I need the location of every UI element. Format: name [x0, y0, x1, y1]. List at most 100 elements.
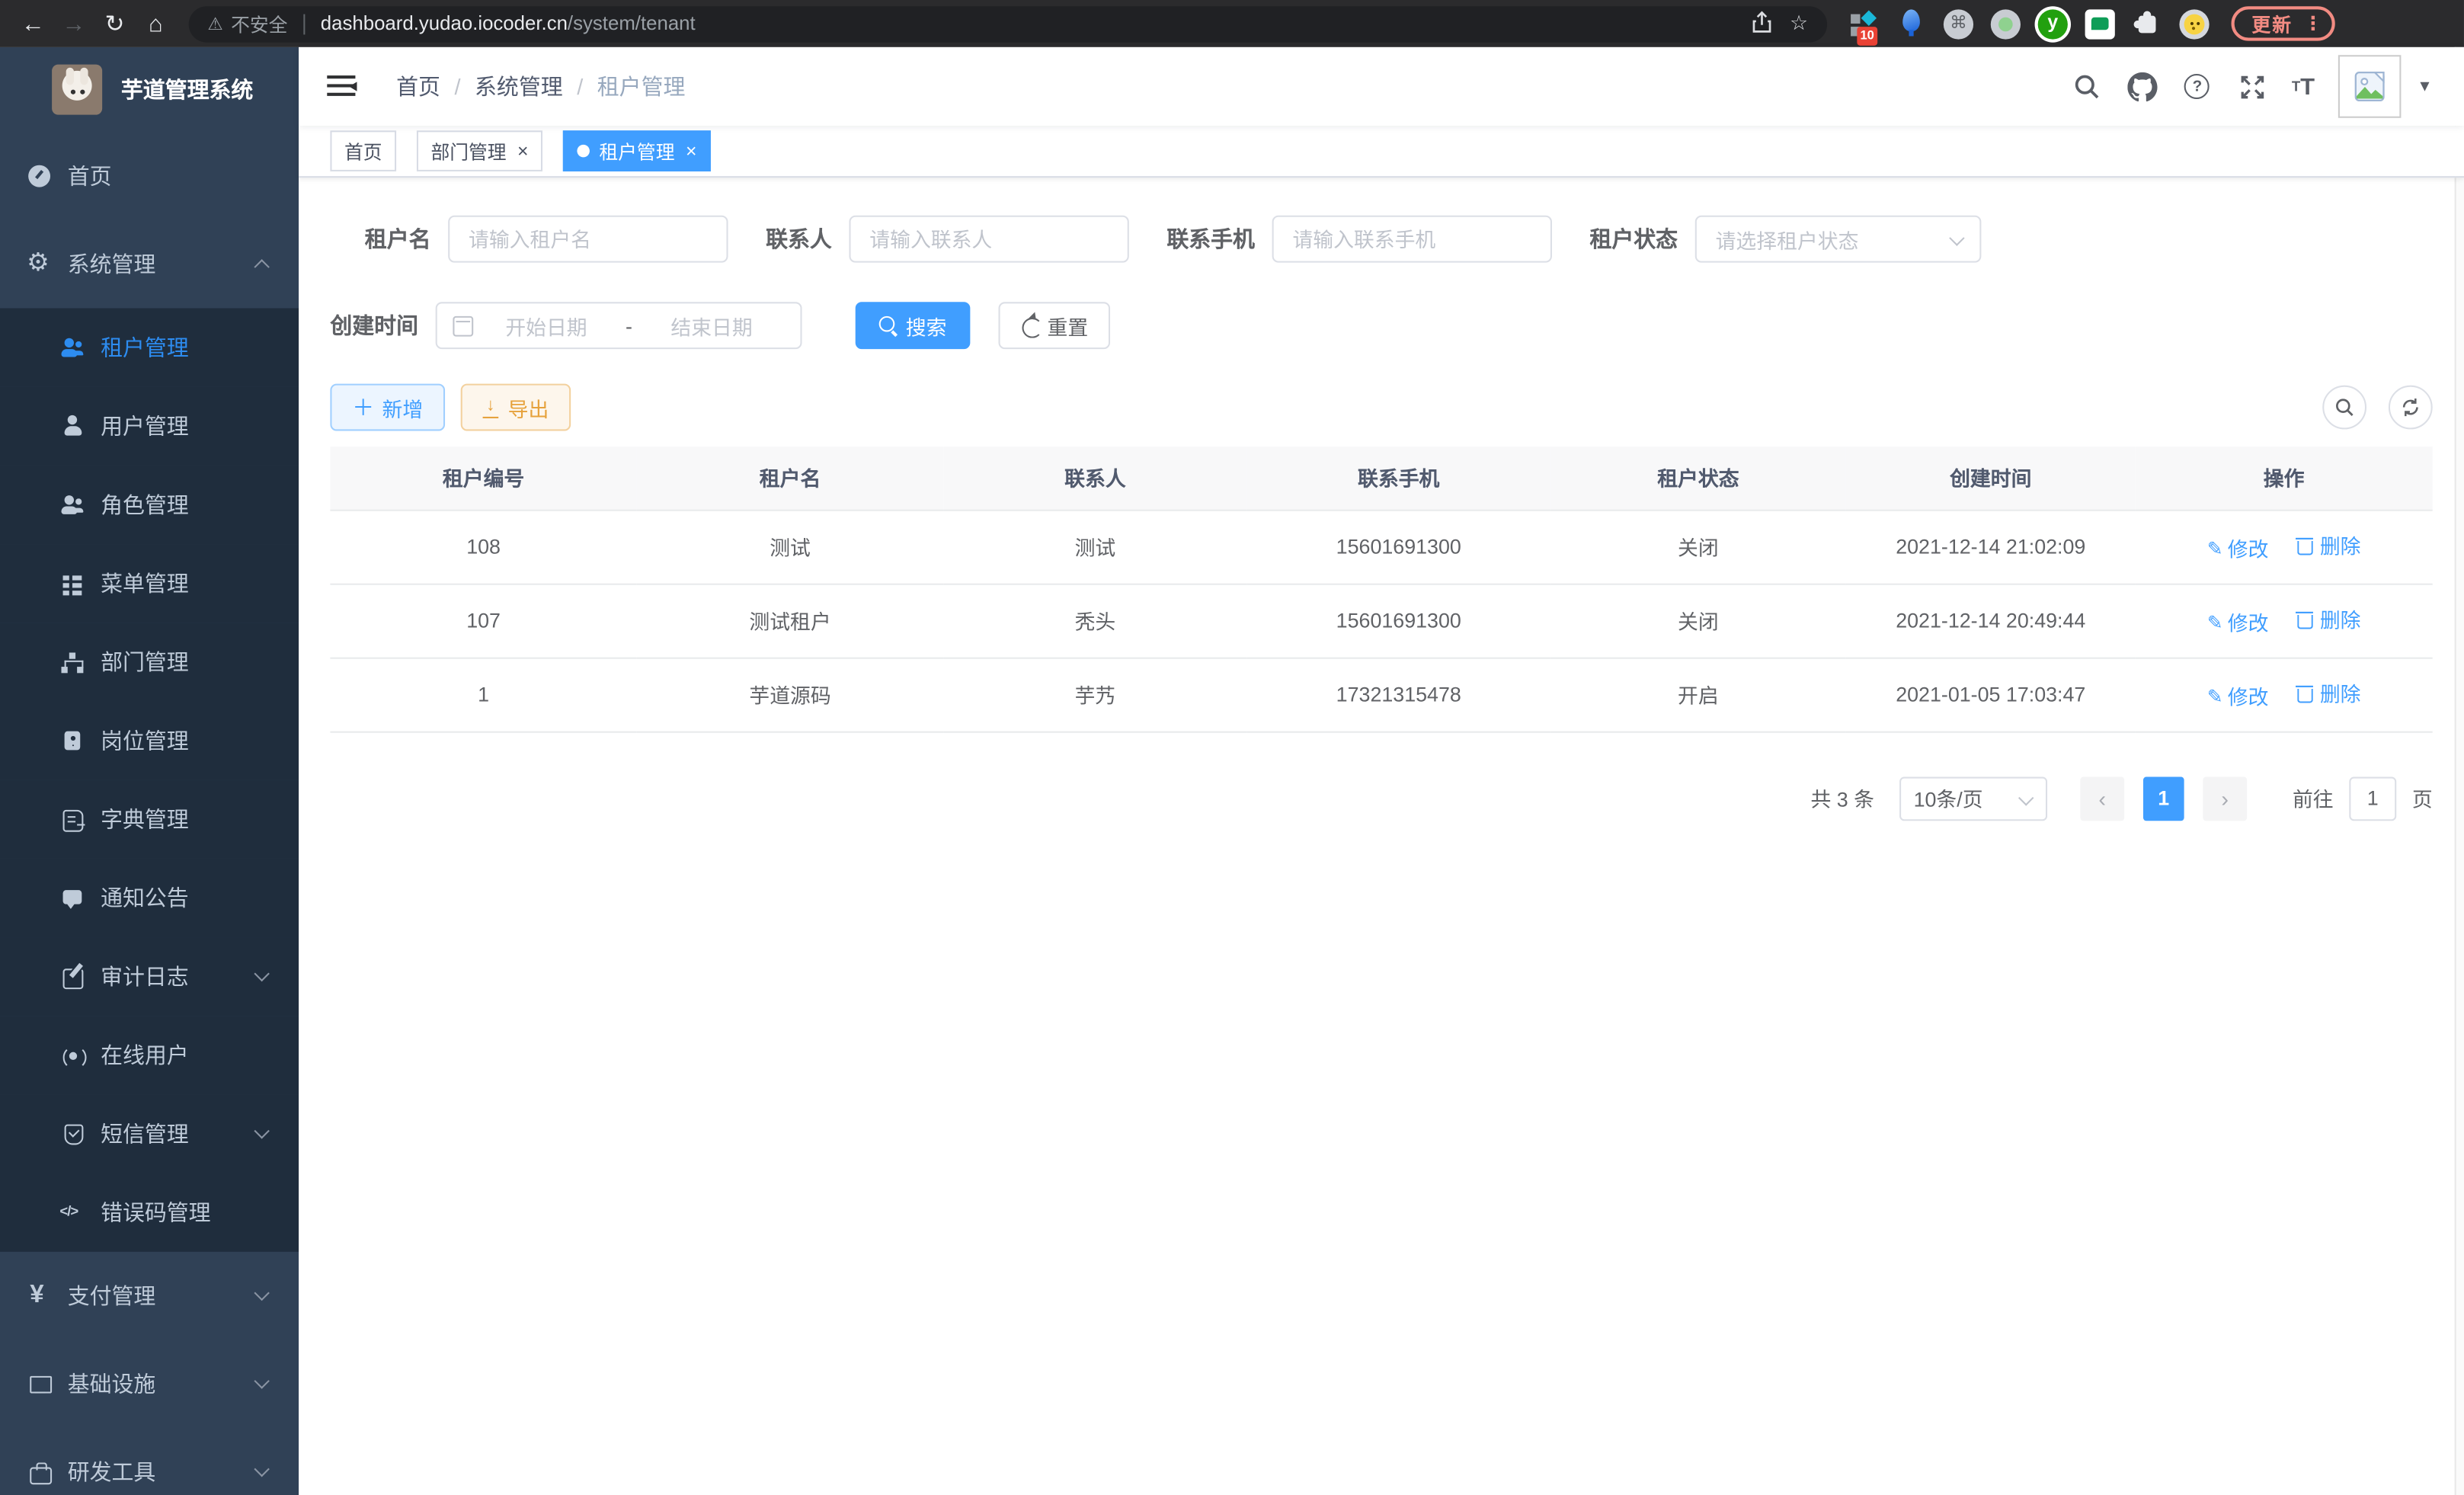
sidebar-menu-item[interactable]: 用户管理 — [0, 387, 299, 466]
table-header-row: 租户编号租户名联系人联系手机租户状态创建时间操作 — [330, 447, 2432, 510]
sidebar-menu-item[interactable]: 通知公告 — [0, 859, 299, 937]
chrome-update-button[interactable]: 更新 ⋮ — [2232, 6, 2335, 40]
chrome-menu-icon[interactable]: ⋮ — [2303, 13, 2322, 35]
page-content: 租户名 联系人 联系手机 租户状态 请选择租户状态 — [299, 178, 2464, 1495]
extensions-puzzle-icon[interactable] — [2133, 8, 2162, 38]
mobile-input[interactable] — [1272, 216, 1552, 263]
chevron-down-icon — [1949, 230, 1964, 245]
sidebar-toggle-icon[interactable] — [327, 75, 355, 98]
breadcrumb-system[interactable]: 系统管理 — [475, 71, 563, 102]
github-icon[interactable] — [2126, 71, 2158, 102]
sidebar-menu-item[interactable]: 支付管理 — [0, 1252, 299, 1340]
browser-forward-icon[interactable]: → — [53, 3, 94, 44]
prev-page-button[interactable]: ‹ — [2080, 776, 2124, 820]
page-scrollbar[interactable] — [2455, 47, 2464, 1495]
tab-label: 租户管理 — [599, 138, 674, 165]
status-select[interactable]: 请选择租户状态 — [1695, 216, 1982, 263]
tab-close-icon[interactable]: × — [686, 142, 696, 161]
sidebar-menu-item[interactable]: 首页 — [0, 132, 299, 220]
extension-emoji-icon[interactable] — [2179, 8, 2209, 38]
delete-button[interactable]: 删除 — [2296, 530, 2361, 560]
create-time-range-picker[interactable]: 开始日期 - 结束日期 — [436, 302, 802, 349]
edit-button[interactable]: 修改 — [2207, 533, 2269, 563]
extension-command-icon[interactable] — [1944, 8, 1973, 38]
delete-button[interactable]: 删除 — [2296, 677, 2361, 707]
bookmark-star-icon[interactable]: ☆ — [1780, 11, 1818, 36]
app-title: 芋道管理系统 — [121, 74, 253, 105]
edit-icon — [2207, 537, 2223, 559]
table-header-cell: 联系人 — [943, 447, 1246, 510]
cell-tenant-name: 测试租户 — [637, 584, 943, 658]
cell-status: 关闭 — [1550, 584, 1846, 658]
search-button[interactable]: 搜索 — [856, 302, 971, 349]
menu-item-label: 审计日志 — [101, 961, 189, 992]
page-number-button[interactable]: 1 — [2143, 776, 2184, 820]
page-tab[interactable]: 租户管理 × — [563, 130, 711, 171]
top-navbar: 首页 / 系统管理 / 租户管理 ? — [299, 47, 2464, 126]
edit-button[interactable]: 修改 — [2207, 607, 2269, 637]
sidebar-menu-item[interactable]: 基础设施 — [0, 1340, 299, 1428]
breadcrumb: 首页 / 系统管理 / 租户管理 — [396, 71, 685, 102]
avatar-caret-icon[interactable]: ▼ — [2417, 78, 2432, 95]
extension-metamask-icon[interactable]: 10 — [1849, 8, 1879, 38]
menu-item-label: 研发工具 — [68, 1456, 156, 1487]
sidebar-menu-item[interactable]: 短信管理 — [0, 1094, 299, 1173]
refresh-table-button[interactable] — [2389, 386, 2433, 430]
browser-home-icon[interactable]: ⌂ — [135, 3, 176, 44]
menu-item-icon — [27, 251, 52, 277]
sidebar-menu-item[interactable]: 在线用户 — [0, 1016, 299, 1094]
sidebar-menu-item[interactable]: 角色管理 — [0, 466, 299, 544]
trash-icon — [2296, 610, 2314, 629]
add-button[interactable]: ＋ 新增 — [330, 384, 445, 431]
sidebar-menu-item[interactable]: 系统管理 — [0, 220, 299, 309]
page-tab[interactable]: 部门管理 × — [417, 130, 542, 171]
page-tab[interactable]: 首页 × — [330, 130, 396, 171]
reset-button[interactable]: 重置 — [999, 302, 1111, 349]
help-icon[interactable]: ? — [2181, 71, 2213, 102]
edit-button[interactable]: 修改 — [2207, 681, 2269, 711]
export-button[interactable]: ↓ 导出 — [461, 384, 571, 431]
cell-contact: 秃头 — [943, 584, 1246, 658]
browser-reload-icon[interactable]: ↻ — [94, 3, 136, 44]
sidebar-menu-item[interactable]: 菜单管理 — [0, 544, 299, 623]
browser-back-icon[interactable]: ← — [13, 3, 54, 44]
extension-balloon-icon[interactable] — [1896, 8, 1926, 38]
sidebar-menu-item[interactable]: 字典管理 — [0, 780, 299, 859]
next-page-button[interactable]: › — [2203, 776, 2247, 820]
fullscreen-icon[interactable] — [2237, 71, 2268, 102]
sidebar-menu-item[interactable]: 研发工具 — [0, 1428, 299, 1495]
app-logo-row[interactable]: 芋道管理系统 — [0, 47, 299, 132]
delete-button[interactable]: 删除 — [2296, 603, 2361, 633]
table-row: 1 芋道源码 芋艿 17321315478 开启 2021-01-05 17:0… — [330, 658, 2432, 731]
contact-input[interactable] — [849, 216, 1128, 263]
address-bar[interactable]: ⚠ 不安全 dashboard.yudao.iocoder.cn /system… — [189, 5, 1827, 41]
header-search-icon[interactable] — [2072, 71, 2103, 102]
extension-chat-icon[interactable] — [2085, 8, 2115, 38]
sidebar-menu-item[interactable]: 租户管理 — [0, 309, 299, 387]
page-size-select[interactable]: 10条/页 — [1899, 776, 2047, 820]
menu-item-label: 菜单管理 — [101, 568, 189, 599]
cell-mobile: 15601691300 — [1247, 584, 1550, 658]
sidebar-menu-item[interactable]: 审计日志 — [0, 937, 299, 1016]
extension-green-dot-icon[interactable] — [1991, 8, 2021, 38]
font-size-icon[interactable]: TT — [2292, 71, 2315, 102]
app-logo-image — [52, 65, 102, 115]
menu-item-icon — [59, 414, 85, 439]
goto-page-input[interactable] — [2349, 776, 2396, 820]
tags-view: 首页 × 部门管理 × 租户管理 × — [299, 126, 2464, 178]
menu-item-label: 通知公告 — [101, 882, 189, 914]
active-tab-dot — [578, 145, 590, 158]
sidebar-menu-item[interactable]: 部门管理 — [0, 623, 299, 701]
cell-actions: 修改 删除 — [2136, 658, 2433, 731]
search-icon — [879, 316, 898, 335]
avatar[interactable] — [2338, 55, 2402, 118]
share-icon[interactable] — [1742, 10, 1781, 37]
breadcrumb-home[interactable]: 首页 — [396, 71, 440, 102]
sidebar-menu-item[interactable]: 岗位管理 — [0, 701, 299, 780]
sidebar-menu-item[interactable]: 错误码管理 — [0, 1173, 299, 1252]
extension-yudao-icon[interactable] — [2038, 8, 2068, 38]
tab-close-icon[interactable]: × — [517, 142, 528, 161]
table-header-cell: 租户编号 — [330, 447, 636, 510]
tenant-name-input[interactable] — [448, 216, 728, 263]
show-search-toggle-button[interactable] — [2322, 386, 2366, 430]
